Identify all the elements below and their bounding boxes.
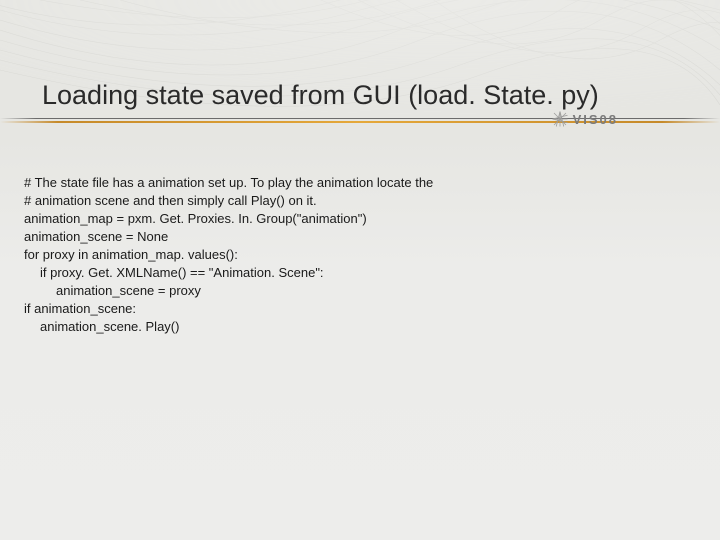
logo-text: VIS08 xyxy=(573,112,618,127)
code-line: if animation_scene: xyxy=(24,301,136,316)
code-line: animation_scene = None xyxy=(24,229,168,244)
slide: Loading state saved from GUI (load. Stat… xyxy=(0,0,720,540)
starburst-icon xyxy=(551,110,569,128)
code-line: for proxy in animation_map. values(): xyxy=(24,247,238,262)
code-block: # The state file has a animation set up.… xyxy=(24,156,433,354)
vis-logo: VIS08 xyxy=(551,110,618,128)
code-line: # animation scene and then simply call P… xyxy=(24,193,317,208)
slide-title: Loading state saved from GUI (load. Stat… xyxy=(42,80,599,111)
code-line: animation_map = pxm. Get. Proxies. In. G… xyxy=(24,211,367,226)
code-line: if proxy. Get. XMLName() == "Animation. … xyxy=(24,264,324,282)
code-line: # The state file has a animation set up.… xyxy=(24,175,433,190)
code-line: animation_scene = proxy xyxy=(24,282,201,300)
code-line: animation_scene. Play() xyxy=(24,318,179,336)
